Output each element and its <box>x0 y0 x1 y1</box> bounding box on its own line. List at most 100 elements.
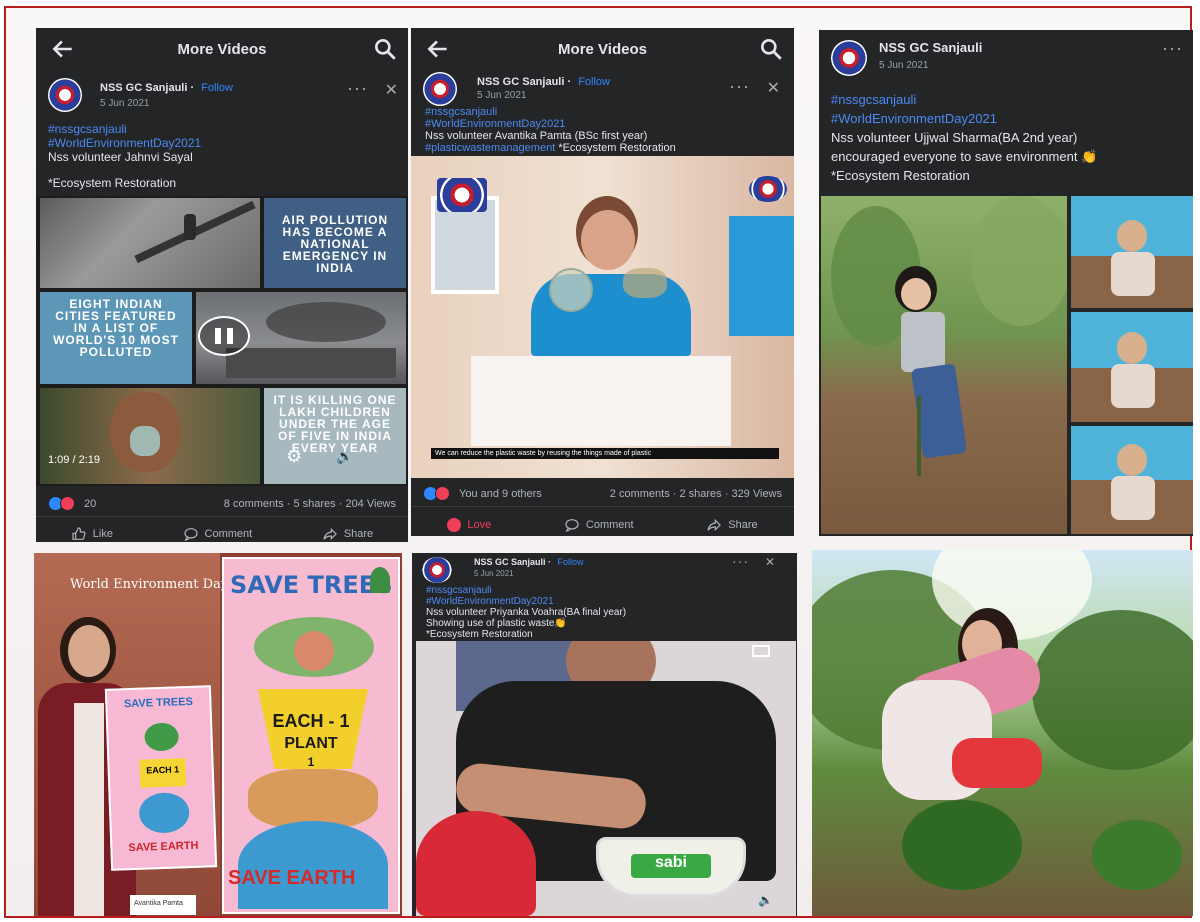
hashtag[interactable]: #nssgcsanjauli <box>425 106 676 118</box>
hashtag[interactable]: #nssgcsanjauli <box>831 90 1097 109</box>
share-button[interactable]: Share <box>706 507 758 535</box>
girl-face <box>68 625 110 677</box>
small-poster: SAVE TREES EACH 1 SAVE EARTH <box>104 685 218 871</box>
video-collage[interactable]: AIR POLLUTION HAS BECOME A NATIONAL EMER… <box>36 196 408 486</box>
nss-logo-avatar[interactable] <box>48 78 82 112</box>
post-date: 5 Jun 2021 <box>879 60 929 71</box>
watering-plant-photo[interactable] <box>812 550 1193 916</box>
settings-icon[interactable]: ⚙ <box>286 446 302 467</box>
hashtag[interactable]: #WorldEnvironmentDay2021 <box>426 596 626 607</box>
pause-button[interactable] <box>198 316 250 356</box>
more-options-icon[interactable]: ··· <box>1162 38 1183 59</box>
child-mask-photo <box>40 388 260 484</box>
hashtag[interactable]: #WorldEnvironmentDay2021 <box>831 109 1097 128</box>
back-arrow-icon[interactable] <box>50 36 76 62</box>
follow-link[interactable]: Follow <box>558 557 584 567</box>
share-icon <box>707 518 722 532</box>
close-icon[interactable]: ✕ <box>385 80 398 100</box>
page-name[interactable]: NSS GC Sanjauli <box>100 82 187 94</box>
killing-tile: IT IS KILLING ONE LAKH CHILDREN UNDER TH… <box>264 388 406 484</box>
engagement-stats[interactable]: 8 comments · 5 shares · 204 Views <box>224 498 396 510</box>
air-pollution-text: AIR POLLUTION HAS BECOME A NATIONAL EMER… <box>281 213 389 275</box>
nss-logo-avatar[interactable] <box>831 40 867 76</box>
video-frame[interactable]: sabi 🔈 <box>416 641 796 916</box>
caption-text: Showing use of plastic waste👏 <box>426 618 567 629</box>
watering-can <box>952 738 1042 788</box>
hashtag[interactable]: #plasticwastemanagement <box>425 142 555 154</box>
reaction-count[interactable]: 20 <box>84 498 96 510</box>
page-name-link[interactable]: NSS GC Sanjauli · Follow <box>477 76 610 88</box>
caption-tag: *Ecosystem Restoration <box>831 168 970 183</box>
reaction-icons[interactable] <box>423 486 450 501</box>
love-button[interactable]: Love <box>447 507 491 535</box>
share-button[interactable]: Share <box>322 517 373 542</box>
follow-link[interactable]: Follow <box>578 76 610 88</box>
poster-photo-avantika[interactable]: World Environment Day SAVE TREES EACH 1 … <box>34 553 402 916</box>
boy-photo-3[interactable] <box>1071 426 1193 534</box>
poster-title: SAVE TREES <box>230 571 393 599</box>
close-icon[interactable]: ✕ <box>765 555 775 569</box>
more-options-icon[interactable]: ··· <box>729 76 750 97</box>
boy-photo-2[interactable] <box>1071 312 1193 422</box>
page-name[interactable]: NSS GC Sanjauli <box>879 40 982 55</box>
video-frame[interactable]: We can reduce the plastic waste by reusi… <box>411 156 794 478</box>
volume-icon[interactable]: 🔈 <box>758 893 773 907</box>
girl-planting-photo[interactable] <box>821 196 1067 534</box>
like-label: Like <box>92 528 113 540</box>
reaction-icons[interactable] <box>48 496 75 511</box>
small-earth-icon <box>138 792 190 834</box>
name-tag: Avantika Pamta <box>130 895 196 915</box>
hashtag[interactable]: #WorldEnvironmentDay2021 <box>48 136 201 150</box>
more-options-icon[interactable]: ··· <box>732 553 749 569</box>
collage-frame: More Videos NSS GC Sanjauli · Follow 5 J… <box>4 6 1193 918</box>
poster-plant: PLANT <box>284 735 338 752</box>
pip-icon[interactable] <box>752 645 770 657</box>
nss-logo-avatar[interactable] <box>423 72 457 106</box>
plant <box>1092 820 1182 890</box>
comment-button[interactable]: Comment <box>183 517 252 542</box>
video-post-avantika: More Videos NSS GC Sanjauli · Follow 5 J… <box>411 28 794 536</box>
page-name-link[interactable]: NSS GC Sanjauli · Follow <box>474 557 584 567</box>
caption-tag: *Ecosystem Restoration <box>48 176 177 190</box>
sapling <box>917 396 921 476</box>
cities-tile: EIGHT INDIAN CITIES FEATURED IN A LIST O… <box>40 292 192 384</box>
white-shirt <box>74 703 104 916</box>
search-icon[interactable] <box>372 36 398 62</box>
hashtag[interactable]: #nssgcsanjauli <box>426 585 626 596</box>
boy-photo-1[interactable] <box>1071 196 1193 308</box>
page-name[interactable]: NSS GC Sanjauli <box>477 76 564 88</box>
reaction-summary[interactable]: You and 9 others <box>459 488 542 500</box>
smog-photo <box>40 198 260 288</box>
poster-earth <box>238 821 388 909</box>
poster-one: 1 <box>307 755 315 769</box>
small-poster-title: SAVE TREES <box>123 695 194 711</box>
action-bar: Love Comment Share <box>411 506 794 535</box>
comment-icon <box>565 519 579 533</box>
share-label: Share <box>343 528 374 540</box>
hashtag[interactable]: #WorldEnvironmentDay2021 <box>425 118 676 130</box>
engagement-stats[interactable]: 2 comments · 2 shares · 329 Views <box>610 488 782 500</box>
comment-button[interactable]: Comment <box>564 507 634 535</box>
page-name[interactable]: NSS GC Sanjauli <box>474 557 546 567</box>
volume-icon[interactable]: 🔈 <box>336 448 353 465</box>
action-bar: Like Comment Share <box>36 516 408 542</box>
post-date: 5 Jun 2021 <box>477 90 527 101</box>
page-name-link[interactable]: NSS GC Sanjauli · Follow <box>100 82 233 94</box>
killing-text: IT IS KILLING ONE LAKH CHILDREN UNDER TH… <box>273 393 397 455</box>
share-label: Share <box>728 519 758 531</box>
nss-logo-avatar[interactable] <box>422 557 452 583</box>
close-icon[interactable]: ✕ <box>767 78 780 98</box>
girl-face <box>901 278 931 310</box>
poster-each: EACH - 1 <box>272 711 350 731</box>
follow-link[interactable]: Follow <box>201 82 233 94</box>
more-options-icon[interactable]: ··· <box>347 78 368 99</box>
hashtag[interactable]: #nssgcsanjauli <box>48 122 201 136</box>
pause-icon <box>215 328 221 344</box>
search-icon[interactable] <box>758 36 784 62</box>
top-bar: More Videos <box>411 28 794 70</box>
caption-text: Nss volunteer Priyanka Voahra(BA final y… <box>426 607 627 618</box>
back-arrow-icon[interactable] <box>425 36 451 62</box>
post-header: NSS GC Sanjauli · Follow 5 Jun 2021 ··· … <box>36 76 408 118</box>
video-timestamp: 1:09 / 2:19 <box>48 454 100 466</box>
like-button[interactable]: Like <box>71 517 113 542</box>
